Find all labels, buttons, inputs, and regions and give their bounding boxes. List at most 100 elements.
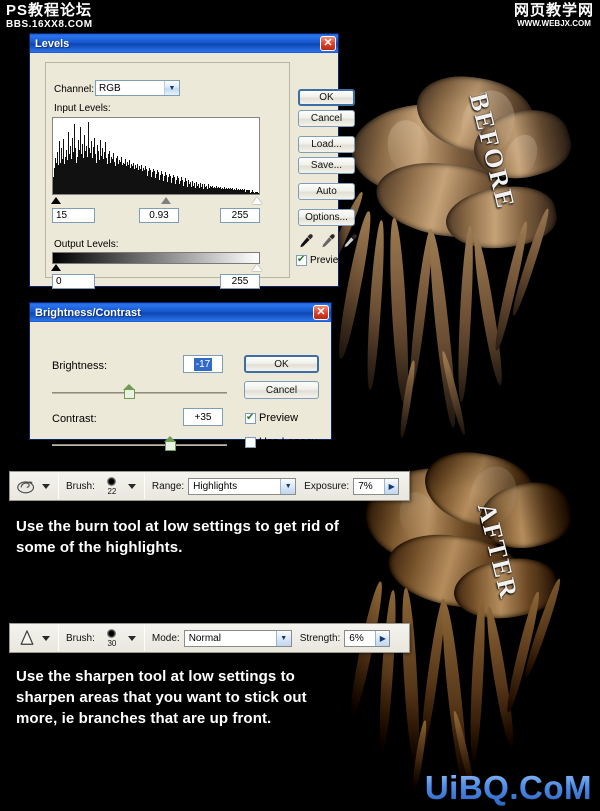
site-logo-cn: 网页教学网 [513,2,594,19]
levels-auto-button[interactable]: Auto [298,183,355,200]
chevron-down-icon[interactable]: ▼ [275,630,291,646]
brush-dot-icon [107,476,117,486]
burn-brush-size: 22 [107,486,117,496]
forum-logo-cn: PS教程论坛 [6,2,93,19]
contrast-label: Contrast: [52,413,97,425]
white-point-eyedropper-icon[interactable] [342,233,358,249]
levels-dialog-title: Levels [35,37,70,50]
sharpen-brush-label: Brush: [66,632,95,644]
output-levels-ramp [52,252,260,264]
levels-cancel-button[interactable]: Cancel [298,110,355,127]
burn-range-select[interactable]: Highlights ▼ [188,477,297,495]
divider [143,473,145,499]
checkbox-check-icon [296,254,307,266]
sharpen-brush-preview[interactable]: 30 [99,628,125,648]
burn-tool-icon[interactable] [14,474,39,498]
sharpen-strength-stepper[interactable]: 6% ▶ [344,629,391,647]
bc-ok-button[interactable]: OK [244,355,319,373]
sharpen-strength-value: 6% [349,632,364,644]
sharpen-tool-icon[interactable] [14,626,39,650]
burn-brush-preview[interactable]: 22 [99,476,125,496]
burn-range-value: Highlights [193,480,238,492]
before-tree-artwork [330,60,600,460]
brightness-contrast-titlebar[interactable]: Brightness/Contrast ✕ [30,303,331,322]
burn-brush-chevron-icon[interactable] [127,483,136,489]
input-white-slider[interactable] [252,197,262,204]
channel-value: RGB [99,82,121,94]
checkbox-check-icon [245,412,256,424]
levels-dialog-titlebar[interactable]: Levels ✕ [30,34,338,53]
gray-point-eyedropper-icon[interactable] [320,233,336,249]
forum-logo-watermark: PS教程论坛 BBS.16XX8.COM [6,2,93,31]
checkbox-empty-icon [245,436,256,448]
chevron-down-icon[interactable]: ▼ [164,81,179,95]
close-icon[interactable]: ✕ [320,36,336,51]
input-black-slider[interactable] [51,197,61,204]
brush-dot-icon [107,628,117,638]
divider [58,625,59,651]
brightness-value-field[interactable]: -17 [183,355,223,373]
site-logo-watermark: 网页教学网 WWW.WEBJX.COM [514,2,594,29]
burn-range-label: Range: [151,480,185,492]
input-gamma-slider[interactable] [161,197,171,204]
chevron-right-icon[interactable]: ▶ [375,630,390,646]
output-black-slider[interactable] [51,264,61,271]
levels-histogram [52,117,260,195]
output-white-field[interactable]: 255 [220,274,260,289]
screenshot-root: BEFORE AFTER PS教程论坛 BBS.16XX8.COM 网页教学网 … [0,0,600,811]
brightness-value: -17 [193,357,213,371]
sharpen-caption: Use the sharpen tool at low settings to … [16,668,307,727]
levels-save-button[interactable]: Save... [298,157,355,174]
forum-logo-en: BBS.16XX8.COM [6,19,93,30]
divider [143,625,145,651]
levels-preview-checkbox[interactable]: Preview [296,254,346,266]
sharpen-mode-select[interactable]: Normal ▼ [183,629,292,647]
levels-load-button[interactable]: Load... [298,136,355,153]
divider [58,473,59,499]
brightness-contrast-dialog[interactable]: Brightness/Contrast ✕ Brightness: -17 Co… [29,302,332,451]
contrast-slider-track[interactable] [52,444,227,446]
bc-cancel-button[interactable]: Cancel [244,381,319,399]
burn-tool-preset-chevron-icon[interactable] [42,483,50,489]
levels-dialog[interactable]: Levels ✕ Channel: RGB ▼ Input Levels: 15… [29,33,357,289]
input-gamma-field[interactable]: 0.93 [139,208,179,223]
output-white-slider[interactable] [252,264,262,271]
brightness-contrast-title: Brightness/Contrast [35,306,141,319]
brightness-contrast-body: Brightness: -17 Contrast: +35 OK Cancel … [30,322,331,451]
input-white-field[interactable]: 255 [220,208,260,223]
chevron-right-icon[interactable]: ▶ [384,478,399,494]
brightness-label: Brightness: [52,360,108,372]
bc-use-legacy-checkbox[interactable]: Use Legacy [245,436,317,448]
output-black-field[interactable]: 0 [52,274,95,289]
contrast-value-field[interactable]: +35 [183,408,223,426]
sharpen-mode-value: Normal [188,632,221,644]
output-levels-label: Output Levels: [54,239,119,250]
sharpen-mode-label: Mode: [151,632,180,644]
levels-dialog-body: Channel: RGB ▼ Input Levels: 15 0.93 255… [30,53,357,289]
sharpen-tool-options-bar[interactable]: Brush: 30 Mode: Normal ▼ Strength: 6% ▶ [9,623,410,653]
burn-tool-options-bar[interactable]: Brush: 22 Range: Highlights ▼ Exposure: … [9,471,410,501]
input-black-field[interactable]: 15 [52,208,95,223]
sharpen-brush-size: 30 [107,638,117,648]
bc-preview-label: Preview [259,412,299,424]
burn-caption: Use the burn tool at low settings to get… [16,518,340,556]
burn-exposure-stepper[interactable]: 7% ▶ [353,477,400,495]
contrast-slider-handle[interactable] [164,436,177,451]
sharpen-tool-preset-chevron-icon[interactable] [42,635,50,641]
brightness-slider-track[interactable] [52,392,227,394]
chevron-down-icon[interactable]: ▼ [280,478,296,494]
sharpen-strength-label: Strength: [299,632,341,644]
sharpen-brush-chevron-icon[interactable] [127,635,136,641]
uibq-watermark: UiBQ.CoM [424,769,592,806]
bc-preview-checkbox[interactable]: Preview [245,412,298,424]
black-point-eyedropper-icon[interactable] [298,233,314,249]
levels-ok-button[interactable]: OK [298,89,355,106]
close-icon[interactable]: ✕ [313,305,329,320]
levels-preview-label: Preview [310,255,346,266]
before-tree-photo: BEFORE [330,60,600,460]
brightness-slider-handle[interactable] [123,384,136,399]
levels-options-button[interactable]: Options... [298,209,355,226]
burn-brush-label: Brush: [66,480,95,492]
bc-use-legacy-label: Use Legacy [259,436,318,448]
channel-select[interactable]: RGB ▼ [95,80,180,96]
